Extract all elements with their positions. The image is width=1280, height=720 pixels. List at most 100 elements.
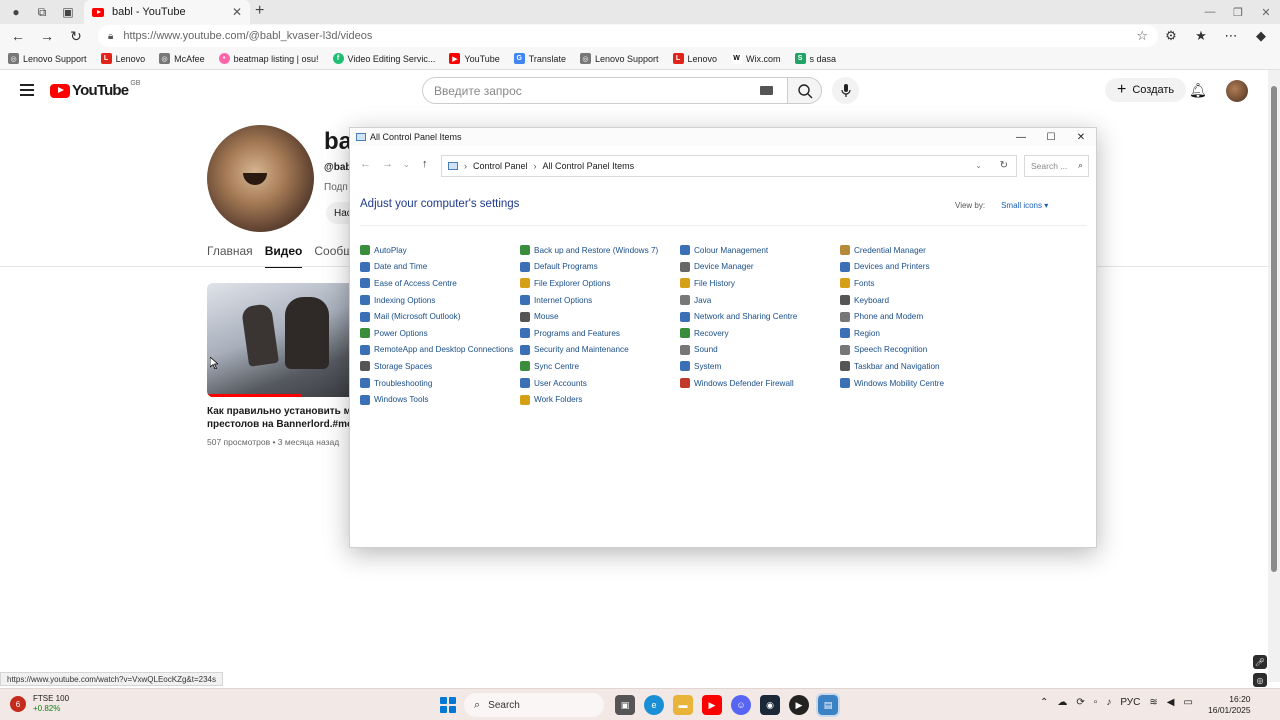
- video-thumbnail[interactable]: [207, 283, 349, 397]
- steam-icon[interactable]: ◉: [760, 695, 780, 715]
- youtube-app-icon[interactable]: ▶: [702, 695, 722, 715]
- sync-icon[interactable]: ⟳: [1076, 697, 1084, 708]
- cp-item[interactable]: Security and Maintenance: [520, 342, 680, 359]
- microphone-icon[interactable]: ♪: [1106, 697, 1111, 708]
- cp-item[interactable]: Java: [680, 292, 840, 309]
- cp-item[interactable]: Programs and Features: [520, 325, 680, 342]
- user-avatar[interactable]: [1226, 80, 1248, 102]
- cp-item[interactable]: Windows Defender Firewall: [680, 375, 840, 392]
- bookmark-item[interactable]: ◎ McAfee: [159, 53, 205, 64]
- scrollbar-thumb[interactable]: [1271, 86, 1277, 572]
- taskbar-search[interactable]: ⌕ Search: [464, 693, 604, 717]
- cp-close-icon[interactable]: ✕: [1066, 128, 1096, 146]
- tab-home[interactable]: Главная: [207, 244, 253, 268]
- cp-item[interactable]: File Explorer Options: [520, 275, 680, 292]
- cp-item[interactable]: Indexing Options: [360, 292, 520, 309]
- wifi-icon[interactable]: ≋: [1149, 697, 1157, 708]
- control-panel-taskbar-icon[interactable]: ▤: [816, 693, 840, 717]
- language-indicator[interactable]: РУС: [1120, 697, 1140, 708]
- voice-access-icon[interactable]: 🎤︎: [1253, 655, 1267, 669]
- lock-icon[interactable]: 🔒︎: [108, 31, 113, 42]
- bookmark-item[interactable]: ▶ YouTube: [449, 53, 500, 64]
- favorite-star-icon[interactable]: ☆: [1136, 28, 1148, 44]
- cp-item[interactable]: User Accounts: [520, 375, 680, 392]
- bookmark-item[interactable]: • beatmap listing | osu!: [218, 53, 319, 64]
- notifications-bell-icon[interactable]: 🔔︎: [1189, 82, 1207, 99]
- cp-item[interactable]: Ease of Access Centre: [360, 275, 520, 292]
- video-title[interactable]: Как правильно установить моды престолов …: [207, 405, 349, 431]
- favorites-icon[interactable]: ★: [1192, 27, 1210, 45]
- restore-icon[interactable]: ❐: [1224, 0, 1252, 24]
- cp-search-input[interactable]: Search ... ⌕: [1024, 155, 1089, 177]
- widgets-stock-ticker[interactable]: 6 FTSE 100 +0.82%: [10, 694, 69, 714]
- cp-item[interactable]: Recovery: [680, 325, 840, 342]
- cp-item[interactable]: Sync Centre: [520, 358, 680, 375]
- cp-item[interactable]: Windows Tools: [360, 391, 520, 408]
- cp-item[interactable]: Device Manager: [680, 259, 840, 276]
- cp-item[interactable]: Network and Sharing Centre: [680, 308, 840, 325]
- page-scrollbar[interactable]: [1268, 70, 1280, 682]
- view-by-dropdown[interactable]: Small icons ▾: [993, 201, 1048, 210]
- cp-item[interactable]: Power Options: [360, 325, 520, 342]
- url-field[interactable]: 🔒︎ https://www.youtube.com/@babl_kvaser-…: [98, 25, 1158, 47]
- youtube-logo[interactable]: YouTube GB: [50, 80, 140, 99]
- cp-item[interactable]: Credential Manager: [840, 242, 1000, 259]
- cp-item[interactable]: Colour Management: [680, 242, 840, 259]
- extensions-icon[interactable]: ⚙: [1162, 27, 1180, 45]
- battery-icon[interactable]: ▭: [1183, 697, 1192, 708]
- tab-close-icon[interactable]: ✕: [232, 5, 242, 19]
- cp-item[interactable]: RemoteApp and Desktop Connections: [360, 342, 520, 359]
- cp-back-icon[interactable]: ←: [360, 158, 371, 170]
- file-explorer-icon[interactable]: ▬: [673, 695, 693, 715]
- taskbar-clock[interactable]: 16:20 16/01/2025: [1208, 694, 1251, 716]
- bookmark-item[interactable]: L Lenovo: [100, 53, 145, 64]
- profile-icon[interactable]: ●: [8, 4, 24, 20]
- bookmark-item[interactable]: Ss dasa: [794, 53, 836, 64]
- copilot-icon[interactable]: ◆: [1252, 27, 1270, 45]
- cp-item[interactable]: System: [680, 358, 840, 375]
- cp-item[interactable]: Speech Recognition: [840, 342, 1000, 359]
- onedrive-icon[interactable]: ☁: [1057, 697, 1067, 708]
- edge-icon[interactable]: e: [644, 695, 664, 715]
- tray-overflow-icon[interactable]: ⌃: [1040, 697, 1048, 708]
- bookmark-item[interactable]: W Wix.com: [731, 53, 781, 64]
- cp-item[interactable]: File History: [680, 275, 840, 292]
- cp-item[interactable]: Default Programs: [520, 259, 680, 276]
- cp-recent-icon[interactable]: ⌄: [403, 160, 410, 169]
- cp-maximize-icon[interactable]: ☐: [1036, 128, 1066, 146]
- cp-item[interactable]: Storage Spaces: [360, 358, 520, 375]
- cp-item[interactable]: Keyboard: [840, 292, 1000, 309]
- cp-item[interactable]: Fonts: [840, 275, 1000, 292]
- youtube-search-input[interactable]: Введите запрос: [422, 77, 788, 104]
- minimize-icon[interactable]: —: [1196, 0, 1224, 24]
- create-button[interactable]: + Создать: [1105, 78, 1187, 102]
- close-window-icon[interactable]: ✕: [1252, 0, 1280, 24]
- target-icon[interactable]: ◎: [1253, 673, 1267, 687]
- cp-title-bar[interactable]: All Control Panel Items — ☐ ✕: [350, 128, 1096, 146]
- bookmark-item[interactable]: ◎ Lenovo Support: [579, 53, 659, 64]
- youtube-search-button[interactable]: [787, 77, 822, 104]
- cp-forward-icon[interactable]: →: [382, 158, 393, 170]
- cp-item[interactable]: Internet Options: [520, 292, 680, 309]
- refresh-icon[interactable]: ↻: [1000, 160, 1008, 171]
- cp-item[interactable]: Back up and Restore (Windows 7): [520, 242, 680, 259]
- cp-minimize-icon[interactable]: —: [1006, 128, 1036, 146]
- voice-search-button[interactable]: [832, 77, 859, 104]
- tab-actions-icon[interactable]: ▣: [60, 4, 76, 20]
- cp-item[interactable]: Date and Time: [360, 259, 520, 276]
- tab-videos[interactable]: Видео: [264, 244, 303, 268]
- cp-address-bar[interactable]: › Control Panel › All Control Panel Item…: [441, 155, 1017, 177]
- media-player-icon[interactable]: ▶: [789, 695, 809, 715]
- reload-icon[interactable]: ↻: [67, 27, 85, 45]
- cp-item[interactable]: Sound: [680, 342, 840, 359]
- cp-item[interactable]: AutoPlay: [360, 242, 520, 259]
- breadcrumb-all-items[interactable]: All Control Panel Items: [543, 161, 635, 171]
- menu-icon[interactable]: [20, 84, 34, 99]
- cp-item[interactable]: Region: [840, 325, 1000, 342]
- bookmark-item[interactable]: f Video Editing Servic...: [332, 53, 435, 64]
- bookmark-item[interactable]: ◎ Lenovo Support: [8, 53, 87, 64]
- cp-up-icon[interactable]: ↑: [422, 158, 428, 170]
- tab-youtube[interactable]: babl - YouTube ✕: [84, 0, 250, 24]
- bookmark-item[interactable]: G Translate: [513, 53, 566, 64]
- keyboard-icon[interactable]: [760, 86, 773, 95]
